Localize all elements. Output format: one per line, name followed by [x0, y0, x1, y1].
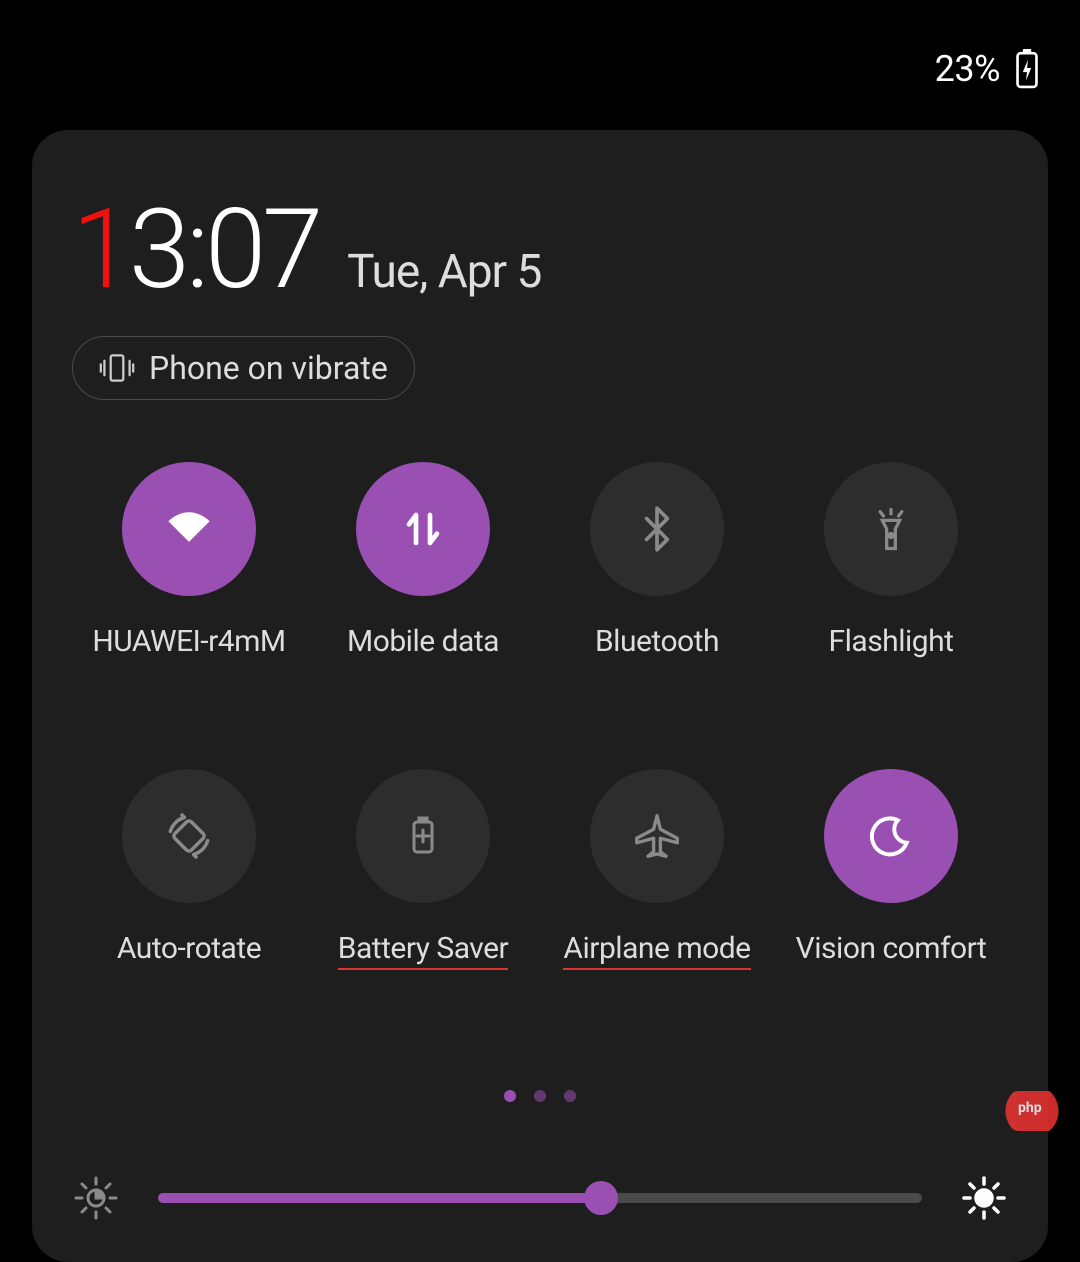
tile-wifi[interactable]: HUAWEI-r4mM	[72, 462, 306, 659]
bluetooth-icon	[632, 504, 682, 554]
brightness-fill	[158, 1193, 601, 1203]
brightness-low-icon[interactable]	[72, 1174, 120, 1222]
brightness-thumb	[584, 1181, 618, 1215]
page-dots[interactable]	[72, 1090, 1008, 1102]
tile-bluetooth[interactable]: Bluetooth	[540, 462, 774, 659]
ringer-chip-label: Phone on vibrate	[149, 349, 388, 387]
brightness-slider[interactable]	[158, 1193, 922, 1203]
page-dot	[504, 1090, 516, 1102]
tile-auto-rotate-circle	[122, 769, 256, 903]
tile-mobile-data[interactable]: Mobile data	[306, 462, 540, 659]
wifi-icon	[158, 498, 220, 560]
tile-bluetooth-circle	[590, 462, 724, 596]
battery-percent: 23%	[935, 48, 1000, 90]
tile-airplane-mode[interactable]: Airplane mode	[540, 769, 774, 970]
tile-auto-rotate[interactable]: Auto-rotate	[72, 769, 306, 970]
airplane-icon	[630, 809, 684, 863]
tile-mobile-data-label: Mobile data	[347, 624, 499, 659]
brightness-high-icon[interactable]	[960, 1174, 1008, 1222]
tile-vision-comfort[interactable]: Vision comfort	[774, 769, 1008, 970]
watermark	[1000, 1091, 1080, 1131]
tile-flashlight[interactable]: Flashlight	[774, 462, 1008, 659]
tiles-grid: HUAWEI-r4mM Mobile data Bluetoot	[72, 462, 1008, 970]
vibrate-icon	[99, 350, 135, 386]
ringer-chip[interactable]: Phone on vibrate	[72, 336, 415, 400]
tile-flashlight-circle	[824, 462, 958, 596]
page-dot	[534, 1090, 546, 1102]
clock-time: 13:07	[72, 185, 319, 314]
tile-battery-saver-label: Battery Saver	[338, 931, 508, 970]
tile-bluetooth-label: Bluetooth	[595, 624, 719, 659]
mobile-data-icon	[395, 501, 451, 557]
clock-row: 13:07 Tue, Apr 5	[72, 185, 1008, 314]
tile-wifi-circle	[122, 462, 256, 596]
battery-charging-icon	[1014, 49, 1040, 89]
battery-saver-icon	[399, 812, 447, 860]
clock-hour-accent: 1	[72, 185, 129, 314]
page-dot	[564, 1090, 576, 1102]
tile-airplane-mode-label: Airplane mode	[563, 931, 750, 970]
quick-settings-panel: 13:07 Tue, Apr 5 Phone on vibrate HUAWEI…	[32, 130, 1048, 1262]
clock-date: Tue, Apr 5	[347, 245, 541, 299]
tile-mobile-data-circle	[356, 462, 490, 596]
moon-icon	[864, 809, 918, 863]
clock-rest: 3:07	[129, 185, 319, 314]
tile-auto-rotate-label: Auto-rotate	[117, 931, 261, 966]
auto-rotate-icon	[161, 808, 217, 864]
flashlight-icon	[865, 503, 917, 555]
tile-flashlight-label: Flashlight	[829, 624, 954, 659]
tile-vision-comfort-circle	[824, 769, 958, 903]
brightness-row	[72, 1174, 1008, 1222]
tile-battery-saver[interactable]: Battery Saver	[306, 769, 540, 970]
tile-wifi-label: HUAWEI-r4mM	[92, 624, 285, 659]
tile-airplane-mode-circle	[590, 769, 724, 903]
tile-battery-saver-circle	[356, 769, 490, 903]
tile-vision-comfort-label: Vision comfort	[796, 931, 987, 966]
status-bar: 23%	[0, 0, 1080, 90]
